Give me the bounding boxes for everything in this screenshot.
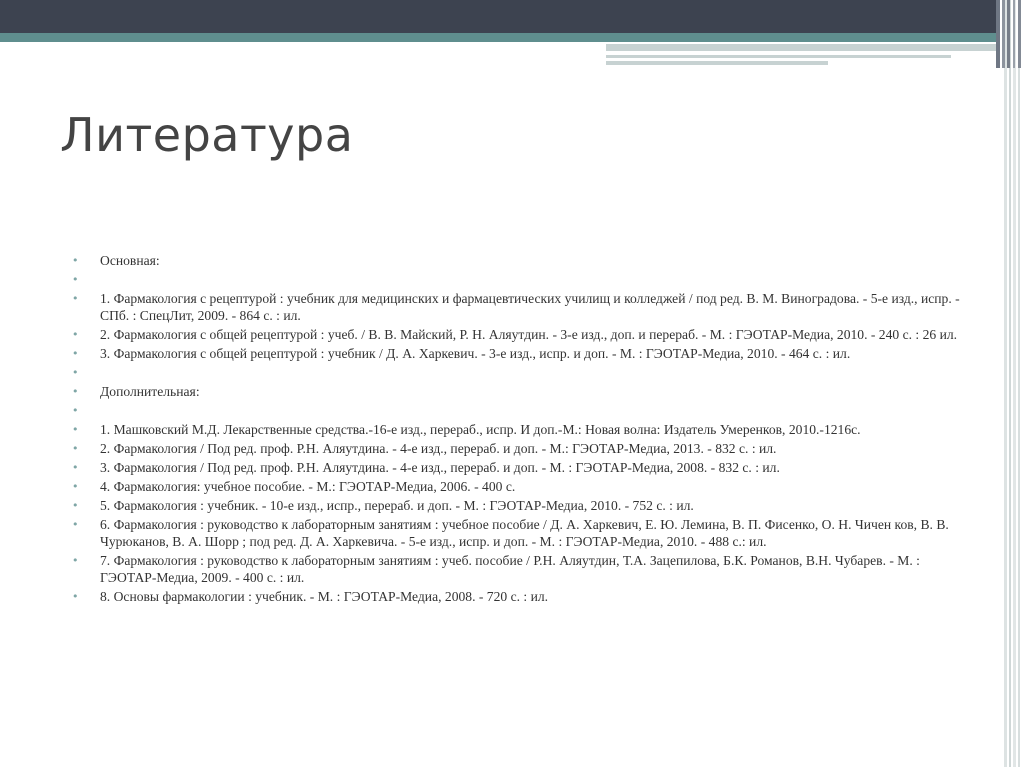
decor-stripe bbox=[1007, 0, 1010, 68]
top-decor-bar bbox=[0, 0, 1024, 33]
list-item-text: 7. Фармакология : руководство к лаборато… bbox=[100, 553, 920, 585]
list-item: • 5. Фармакология : учебник. - 10-е изд.,… bbox=[72, 497, 972, 514]
list-item-text: 8. Основы фармакологии : учебник. - М. :… bbox=[100, 589, 549, 604]
bullet-icon: • bbox=[72, 554, 79, 567]
list-item: • 3. Фармакология с общей рецептурой : уч… bbox=[72, 345, 972, 362]
list-item-text: 3. Фармакология с общей рецептурой : уче… bbox=[100, 346, 851, 361]
bullet-icon: • bbox=[72, 480, 79, 493]
bullet-icon: • bbox=[72, 273, 79, 286]
teal-accent-strip bbox=[0, 33, 1000, 42]
bullet-icon: • bbox=[72, 590, 79, 603]
bullet-icon: • bbox=[72, 423, 79, 436]
list-item-text: Основная: bbox=[100, 253, 160, 268]
list-item-text: 2. Фармакология с общей рецептурой : уче… bbox=[100, 327, 958, 342]
decor-line bbox=[606, 61, 828, 65]
list-item: • 2. Фармакология / Под ред. проф. Р.Н. А… bbox=[72, 440, 972, 457]
list-item: • 4. Фармакология: учебное пособие. - М.:… bbox=[72, 478, 972, 495]
list-item: • 7. Фармакология : руководство к лаборат… bbox=[72, 552, 972, 586]
list-item: • 6. Фармакология : руководство к лаборат… bbox=[72, 516, 972, 550]
bullet-icon: • bbox=[72, 404, 79, 417]
decor-stripe bbox=[1004, 0, 1007, 767]
slide-title: Литература bbox=[60, 108, 354, 162]
bullet-icon: • bbox=[72, 385, 79, 398]
decor-stripe bbox=[1013, 0, 1015, 68]
list-item: • 1. Машковский М.Д. Лекарственные средст… bbox=[72, 421, 972, 438]
list-item: • 3. Фармакология / Под ред. проф. Р.Н. А… bbox=[72, 459, 972, 476]
list-item-text: 2. Фармакология / Под ред. проф. Р.Н. Ал… bbox=[100, 441, 777, 456]
list-item-text: Дополнительная: bbox=[100, 384, 200, 399]
list-item-text: 5. Фармакология : учебник. - 10-е изд., … bbox=[100, 498, 694, 513]
decor-stripe bbox=[1018, 0, 1021, 68]
list-item-text: 1. Фармакология с рецептурой : учебник д… bbox=[100, 291, 960, 323]
list-item-text: 3. Фармакология / Под ред. проф. Р.Н. Ал… bbox=[100, 460, 780, 475]
decor-line bbox=[606, 44, 1000, 51]
bullet-icon: • bbox=[72, 366, 79, 379]
bullet-icon: • bbox=[72, 499, 79, 512]
bullet-icon: • bbox=[72, 292, 79, 305]
bullet-icon: • bbox=[72, 254, 79, 267]
decor-stripe bbox=[1009, 0, 1011, 767]
bullet-icon: • bbox=[72, 442, 79, 455]
bibliography-list: • Основная: • • 1. Фармакология с рецептур… bbox=[72, 252, 972, 607]
decor-stripe bbox=[1002, 0, 1005, 68]
decor-stripe bbox=[996, 0, 1000, 68]
bullet-icon: • bbox=[72, 347, 79, 360]
list-item: • bbox=[72, 402, 972, 419]
decor-stripe bbox=[1013, 0, 1016, 767]
list-item-text: 1. Машковский М.Д. Лекарственные средств… bbox=[100, 422, 861, 437]
list-item: • 1. Фармакология с рецептурой : учебник … bbox=[72, 290, 972, 324]
bullet-icon: • bbox=[72, 328, 79, 341]
list-item: • bbox=[72, 271, 972, 288]
list-item-text: 6. Фармакология : руководство к лаборато… bbox=[100, 517, 949, 549]
decor-line bbox=[606, 55, 951, 58]
bullet-icon: • bbox=[72, 461, 79, 474]
list-item: • 2. Фармакология с общей рецептурой : уч… bbox=[72, 326, 972, 343]
list-item: • 8. Основы фармакологии : учебник. - М. … bbox=[72, 588, 972, 605]
list-item: • bbox=[72, 364, 972, 381]
decor-stripe bbox=[1018, 0, 1020, 767]
list-item: • Дополнительная: bbox=[72, 383, 972, 400]
bullet-icon: • bbox=[72, 518, 79, 531]
list-item-text: 4. Фармакология: учебное пособие. - М.: … bbox=[100, 479, 516, 494]
list-item: • Основная: bbox=[72, 252, 972, 269]
